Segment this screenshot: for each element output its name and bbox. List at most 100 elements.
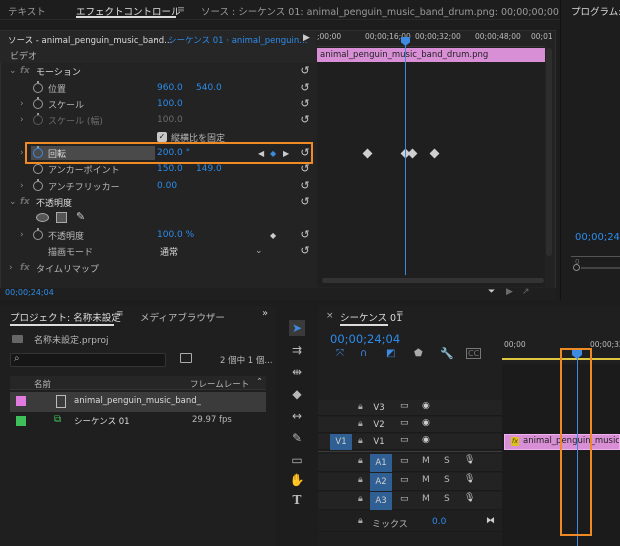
position-x-value[interactable]: 960.0: [157, 83, 183, 93]
lock-icon[interactable]: 🔒︎: [358, 456, 363, 466]
stopwatch-icon[interactable]: [33, 162, 43, 174]
list-item[interactable]: ⧉ シーケンス 01 29.97 fps: [10, 412, 266, 430]
ec-timecode[interactable]: 00;00;24;04: [5, 288, 54, 297]
ripple-edit-tool-icon[interactable]: ⇹: [289, 364, 305, 380]
item-name[interactable]: animal_penguin_music_band_: [74, 396, 201, 406]
chevron-right-icon[interactable]: ›: [20, 115, 24, 125]
source-clip-label[interactable]: ソース - animal_penguin_music_band...: [8, 34, 172, 46]
ellipse-mask-icon[interactable]: [36, 213, 49, 222]
track-label[interactable]: A1: [370, 454, 392, 472]
tab-text[interactable]: テキスト: [8, 4, 46, 18]
pen-mask-icon[interactable]: ✎: [76, 210, 85, 223]
stopwatch-icon[interactable]: [33, 81, 43, 93]
mix-value[interactable]: 0.0: [432, 517, 446, 527]
anchor-x-value[interactable]: 150.0: [157, 164, 183, 174]
program-tab[interactable]: プログラム: シ: [571, 4, 620, 18]
sync-lock-icon[interactable]: ▭: [400, 401, 409, 411]
nest-icon[interactable]: ⤧: [336, 348, 344, 359]
play-only-icon[interactable]: ▶: [303, 33, 310, 43]
sync-lock-icon[interactable]: ▭: [400, 494, 409, 504]
mute-button[interactable]: M: [422, 475, 430, 485]
anchor-y-value[interactable]: 149.0: [196, 164, 222, 174]
solo-button[interactable]: S: [444, 456, 450, 466]
track-label[interactable]: V1: [370, 434, 388, 450]
opacity-value[interactable]: 100.0 %: [157, 230, 194, 240]
lock-icon[interactable]: 🔒︎: [358, 516, 363, 526]
play-loop-icon[interactable]: ▶: [506, 287, 513, 297]
col-framerate[interactable]: フレームレート: [190, 378, 249, 390]
label-color-swatch[interactable]: [16, 416, 26, 426]
new-bin-icon[interactable]: [180, 353, 192, 363]
microphone-icon[interactable]: 🎙︎: [464, 493, 475, 503]
mute-button[interactable]: M: [422, 456, 430, 466]
panel-menu-icon[interactable]: ≡: [396, 309, 404, 319]
lock-icon[interactable]: 🔒︎: [358, 402, 363, 412]
ec-playhead-line[interactable]: [405, 40, 406, 275]
reset-icon[interactable]: ↺: [299, 180, 311, 192]
chevron-right-icon[interactable]: ›: [9, 263, 13, 273]
chevron-down-icon[interactable]: ⌄: [152, 33, 160, 43]
microphone-icon[interactable]: 🎙︎: [464, 474, 475, 484]
reset-icon[interactable]: ↺: [299, 229, 311, 241]
reset-icon[interactable]: ↺: [299, 163, 311, 175]
microphone-icon[interactable]: 🎙︎: [464, 455, 475, 465]
solo-button[interactable]: S: [444, 475, 450, 485]
zoom-scrollbar[interactable]: [581, 267, 620, 269]
reset-icon[interactable]: ↺: [299, 82, 311, 94]
label-color-swatch[interactable]: [16, 396, 26, 406]
tab-source[interactable]: ソース : シーケンス 01: animal_penguin_music_ban…: [201, 4, 559, 18]
position-y-value[interactable]: 540.0: [196, 83, 222, 93]
uniform-scale-checkbox[interactable]: ✓: [157, 132, 167, 142]
col-name[interactable]: 名前: [34, 378, 51, 390]
tab-sequence[interactable]: シーケンス 01: [340, 310, 402, 324]
wrench-icon[interactable]: 🔧: [440, 347, 454, 360]
rectangle-mask-icon[interactable]: [56, 212, 67, 223]
stopwatch-icon[interactable]: [33, 113, 43, 125]
chevron-right-icon[interactable]: ›: [20, 148, 24, 158]
go-to-end-icon[interactable]: ⧓: [486, 516, 495, 526]
sequence-timecode[interactable]: 00;00;24;04: [330, 332, 400, 346]
list-item[interactable]: animal_penguin_music_band_: [10, 392, 266, 412]
slip-tool-icon[interactable]: ↔: [289, 408, 305, 424]
motion-row[interactable]: ⌄ fx モーション ↺: [0, 63, 316, 79]
lock-icon[interactable]: 🔒︎: [358, 475, 363, 485]
panel-menu-icon[interactable]: ≡: [116, 309, 124, 319]
track-label[interactable]: A2: [370, 473, 392, 491]
project-search-input[interactable]: [10, 353, 166, 367]
sync-lock-icon[interactable]: ▭: [400, 456, 409, 466]
fx-icon[interactable]: fx: [20, 66, 30, 76]
chevron-right-icon[interactable]: ›: [20, 181, 24, 191]
chevron-right-icon[interactable]: ›: [20, 99, 24, 109]
tab-project[interactable]: プロジェクト: 名称未設定: [10, 310, 121, 324]
ec-keyframe-area[interactable]: [317, 47, 545, 287]
eye-icon[interactable]: ◉: [422, 401, 430, 411]
reset-icon[interactable]: ↺: [299, 196, 311, 208]
add-keyframe-icon[interactable]: ◆: [270, 231, 276, 240]
scale-value[interactable]: 100.0: [157, 99, 183, 109]
pen-tool-icon[interactable]: ✎: [289, 430, 305, 446]
track-label[interactable]: V2: [370, 417, 388, 433]
stopwatch-icon[interactable]: [33, 179, 43, 191]
export-icon[interactable]: ↗: [522, 287, 530, 297]
sync-lock-icon[interactable]: ▭: [400, 435, 409, 445]
opacity-section-row[interactable]: ⌄ fx 不透明度 ↺: [0, 194, 316, 210]
reset-icon[interactable]: ↺: [299, 65, 311, 77]
tab-media-browser[interactable]: メディアブラウザー: [140, 310, 225, 324]
track-select-tool-icon[interactable]: ⇉: [289, 342, 305, 358]
track-label[interactable]: V3: [370, 400, 388, 416]
eye-icon[interactable]: ◉: [422, 418, 430, 428]
filter-icon[interactable]: ⏷: [488, 287, 495, 297]
lock-icon[interactable]: 🔒︎: [358, 419, 363, 429]
track-label[interactable]: A3: [370, 492, 392, 510]
sync-lock-icon[interactable]: ▭: [400, 418, 409, 428]
chevron-right-icon[interactable]: ›: [20, 230, 24, 240]
source-patch-v1[interactable]: V1: [330, 434, 352, 450]
razor-tool-icon[interactable]: ◆: [289, 386, 305, 402]
chevron-down-icon[interactable]: ⌄: [9, 197, 17, 207]
ec-time-ruler[interactable]: ;00;00 00;00;16;00 00;00;32;00 00;00;48;…: [317, 31, 553, 47]
fx-icon[interactable]: fx: [20, 263, 30, 273]
stopwatch-icon[interactable]: [33, 97, 43, 109]
sequence-clip-label[interactable]: シーケンス 01 · animal_penguin...: [168, 34, 307, 46]
captions-icon[interactable]: CC: [466, 348, 482, 359]
sort-up-icon[interactable]: ⌃: [256, 377, 263, 387]
